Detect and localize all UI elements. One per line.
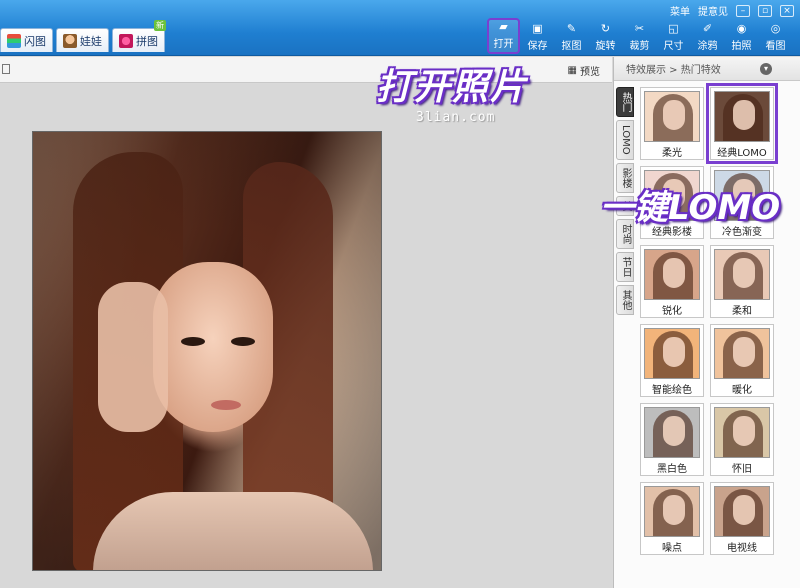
camera-button[interactable]: ◉ 拍照 [725,18,758,54]
effect-label: 电视线 [727,543,757,554]
tab-flash-label: 闪图 [24,34,46,48]
resize-label: 尺寸 [663,41,684,52]
effect-label: 柔光 [662,148,682,159]
effect-label: 智能绘色 [652,385,692,396]
effect-item[interactable]: 噪点 [640,482,704,555]
crop-button[interactable]: ✂ 裁剪 [623,18,656,54]
photo-shoulder [93,492,373,570]
cutout-label: 抠图 [561,41,582,52]
effect-thumbnail [714,91,770,142]
effect-item[interactable]: 柔光 [640,87,704,160]
one-click-lomo-annotation: 一键LOMO [600,188,781,228]
tab-flash[interactable]: 闪图 [0,28,53,52]
effect-item[interactable]: 柔和 [710,245,774,318]
view-button[interactable]: ◎ 看图 [759,18,792,54]
effect-thumbnail [714,486,770,537]
effect-item[interactable]: 黑白色 [640,403,704,476]
effects-panel: 特效展示 > 热门特效 ▾ 热门 LOMO 影楼 美 时尚 节日 其他 柔光 经典… [613,57,800,588]
crop-icon: ✂ [634,21,645,35]
flash-icon [7,33,21,48]
tab-doll[interactable]: 娃娃 [56,28,109,52]
rotate-label: 旋转 [595,41,616,52]
effect-thumbnail [714,407,770,458]
effect-thumbnail [644,328,700,379]
brush-label: 涂鸦 [697,41,718,52]
new-badge: 新 [154,20,166,31]
save-label: 保存 [527,41,548,52]
effect-label: 噪点 [662,543,682,554]
camera-icon: ◉ [736,21,747,35]
watermark: 3lian.com [416,110,496,125]
effect-item[interactable]: 锐化 [640,245,704,318]
open-label: 打开 [493,39,514,50]
effects-grid: 柔光 经典LOMO 经典影楼 冷色渐变 锐化 柔和 智能绘色 暖化 黑白色 怀旧 噪点 电视线 [640,83,780,555]
camera-label: 拍照 [731,41,752,52]
view-label: 看图 [765,41,786,52]
effect-item[interactable]: 暖化 [710,324,774,397]
view-icon: ◎ [770,21,781,35]
effect-label: 锐化 [662,306,682,317]
minimize-icon[interactable]: – [736,4,750,17]
cutout-icon: ✎ [566,21,577,35]
effect-label: 经典LOMO [717,148,767,159]
menu-link[interactable]: 菜单 [670,3,690,18]
cutout-button[interactable]: ✎ 抠图 [555,18,588,54]
effect-item[interactable]: 经典LOMO [706,83,778,164]
title-bar: 菜单 提意见 – ▫ × 闪图 娃娃 拼图 新 ▰ 打开 ▣ 保存 ✎ 抠图 ↻… [0,0,800,56]
preview-label: 预览 [580,67,600,78]
close-icon[interactable]: × [780,4,794,17]
tab-puzzle[interactable]: 拼图 新 [112,20,166,52]
effect-thumbnail [644,486,700,537]
effect-label: 暖化 [732,385,752,396]
breadcrumb-text: 特效展示 > 热门特效 [626,65,721,76]
photo-lips [211,400,241,410]
effect-label: 柔和 [732,306,752,317]
folder-open-icon: ▰ [499,19,508,33]
open-button[interactable]: ▰ 打开 [487,18,520,54]
effect-thumbnail [714,249,770,300]
rotate-button[interactable]: ↻ 旋转 [589,18,622,54]
resize-button[interactable]: ◱ 尺寸 [657,18,690,54]
canvas-area[interactable] [0,84,612,588]
effect-thumbnail [644,407,700,458]
feedback-link[interactable]: 提意见 [698,3,728,18]
puzzle-icon [119,33,133,48]
photo-eye-right [231,337,255,346]
open-photo-annotation: 打开照片 [376,67,529,108]
tab-category-lomo[interactable]: LOMO [616,120,634,160]
crop-label: 裁剪 [629,41,650,52]
preview-button[interactable]: ▦ 预览 [568,63,600,78]
rotate-icon: ↻ [600,21,611,35]
effect-item[interactable]: 电视线 [710,482,774,555]
effect-item[interactable]: 智能绘色 [640,324,704,397]
tab-category-other[interactable]: 其他 [616,284,634,315]
preview-icon: ▦ [567,65,577,76]
effects-breadcrumb: 特效展示 > 热门特效 ▾ [614,57,800,81]
effect-thumbnail [644,249,700,300]
save-button[interactable]: ▣ 保存 [521,18,554,54]
photo-eye-left [181,337,205,346]
module-tabs: 闪图 娃娃 拼图 新 [0,20,166,52]
system-menu: 菜单 提意见 – ▫ × [670,3,794,18]
main-toolbar: ▰ 打开 ▣ 保存 ✎ 抠图 ↻ 旋转 ✂ 裁剪 ◱ 尺寸 ✐ 涂鸦 ◉ 拍照 [487,18,792,54]
tab-category-holiday[interactable]: 节日 [616,251,634,282]
tab-puzzle-label: 拼图 [136,34,158,48]
resize-icon: ◱ [668,21,679,35]
effect-item[interactable]: 怀旧 [710,403,774,476]
save-icon: ▣ [532,21,543,35]
photo-hand [98,282,168,432]
photo-image[interactable] [32,131,382,571]
effect-label: 怀旧 [732,464,752,475]
collapse-icon[interactable]: ▾ [760,63,772,75]
effect-label: 黑白色 [657,464,687,475]
restore-icon[interactable]: ▫ [758,4,772,17]
doll-icon [63,33,77,48]
tab-doll-label: 娃娃 [80,34,102,48]
brush-button[interactable]: ✐ 涂鸦 [691,18,724,54]
brush-icon: ✐ [702,21,713,35]
effect-thumbnail [714,328,770,379]
panel-toggle-icon[interactable] [2,64,10,74]
effect-thumbnail [644,91,700,142]
tab-category-hot[interactable]: 热门 [616,87,634,117]
